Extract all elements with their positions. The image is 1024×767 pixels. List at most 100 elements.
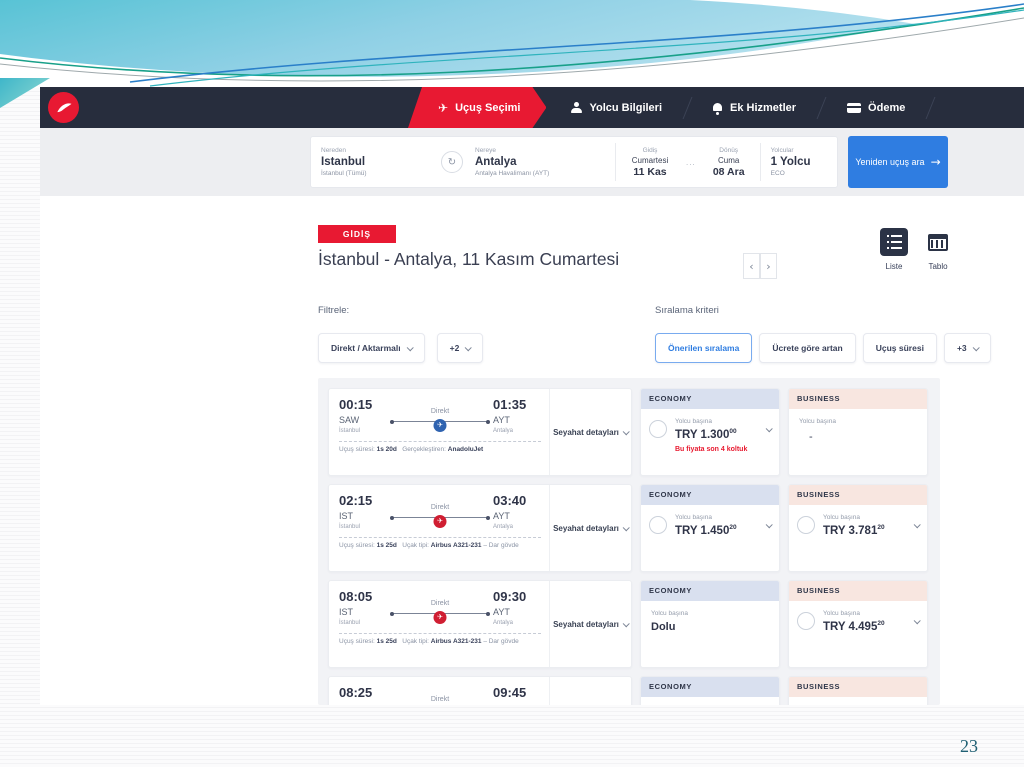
chevron-down-icon — [972, 343, 980, 351]
passengers-block[interactable]: Yolcular 1 Yolcu ECO — [761, 147, 821, 177]
date-pager: ‹ › — [743, 253, 777, 279]
stops-label: Direkt — [430, 600, 450, 607]
radio-button[interactable] — [649, 420, 667, 439]
radio-button[interactable] — [797, 612, 815, 631]
chevron-down-icon[interactable] — [765, 521, 773, 529]
flight-row: 08:05 IST İstanbul Direkt ✈ 09:30 AYT An… — [328, 580, 930, 668]
view-table-label: Tablo — [928, 262, 948, 271]
service-bell-icon — [713, 102, 723, 115]
list-view-icon — [880, 228, 908, 256]
business-fare-card: BUSINESS Yolcu başına TRY 3.78120 — [788, 484, 928, 572]
economy-fare-card: ECONOMY Yolcu başına — [640, 676, 780, 705]
dashed-divider — [339, 633, 541, 634]
chevron-down-icon — [406, 343, 414, 351]
flight-meta: Uçuş süresi: 1s 20d Gerçekleştiren: Anad… — [339, 446, 484, 453]
business-fare-card: BUSINESS Yolcu başına - — [788, 388, 928, 476]
dashed-divider — [339, 441, 541, 442]
trip-details-link[interactable]: Seyahat detayları — [549, 389, 631, 475]
tab-extra-services[interactable]: Ek Hizmetler — [688, 102, 821, 115]
origin-block[interactable]: Nereden Istanbul İstanbul (Tümü) — [311, 147, 439, 177]
chevron-down-icon[interactable] — [913, 617, 921, 625]
table-view-icon — [924, 228, 952, 256]
arrow-right-icon: → — [930, 155, 941, 169]
search-again-button[interactable]: Yeniden uçuş ara → — [848, 136, 948, 188]
cabin-class: ECO — [770, 170, 785, 177]
filter-direct-dropdown[interactable]: Direkt / Aktarmalı — [318, 333, 425, 363]
business-header: BUSINESS — [789, 581, 927, 601]
carrier-logo-icon: ✈ — [433, 419, 447, 432]
sort-duration-label: Uçuş süresi — [875, 343, 924, 353]
departure-time: 00:15 — [339, 397, 373, 412]
sort-more-dropdown[interactable]: +3 — [943, 333, 991, 363]
business-header: BUSINESS — [789, 677, 927, 697]
swap-icon[interactable]: ↻ — [441, 151, 463, 173]
destination-block[interactable]: Nereye Antalya Antalya Havalimanı (AYT) — [465, 147, 615, 177]
economy-fare-card: ECONOMY Yolcu başına TRY 1.45020 — [640, 484, 780, 572]
per-passenger-label: Yolcu başına — [651, 610, 688, 617]
sort-recommended-button[interactable]: Önerilen sıralama — [655, 333, 753, 363]
trip-details-link[interactable]: Seyahat detayları — [549, 485, 631, 571]
passengers-count: 1 Yolcu — [770, 156, 811, 168]
slide-page-number: 23 — [960, 736, 978, 756]
trip-details-label: Seyahat detayları — [553, 523, 619, 533]
radio-button[interactable] — [649, 516, 667, 535]
flight-card: 02:15 IST İstanbul Direkt ✈ 03:40 AYT An… — [328, 484, 632, 572]
return-label: Dönüş — [719, 146, 739, 154]
airline-logo-icon[interactable] — [48, 92, 79, 123]
decorative-wave-banner — [0, 0, 1024, 88]
business-price: TRY 4.49520 — [823, 620, 885, 633]
view-table-button[interactable]: Tablo — [924, 228, 952, 271]
business-fare-card: BUSINESS Yolcu başına — [788, 676, 928, 705]
departure-date-block[interactable]: Gidiş Cumartesi 11 Kas — [616, 147, 684, 178]
tab-flight-selection[interactable]: ✈ Uçuş Seçimi — [408, 87, 546, 128]
chevron-down-icon[interactable] — [765, 425, 773, 433]
trip-details-link[interactable] — [549, 677, 631, 705]
flight-row: 02:15 IST İstanbul Direkt ✈ 03:40 AYT An… — [328, 484, 930, 572]
departure-time: 02:15 — [339, 493, 373, 508]
business-fare-card: BUSINESS Yolcu başına TRY 4.49520 — [788, 580, 928, 668]
filter-buttons: Direkt / Aktarmalı +2 — [318, 333, 484, 363]
filter-label: Filtrele: — [318, 305, 350, 316]
sort-price-button[interactable]: Ücrete göre artan — [759, 333, 856, 363]
step-label: Yolcu Bilgileri — [589, 101, 663, 114]
sold-out-label: Dolu — [651, 621, 676, 633]
view-list-button[interactable]: Liste — [880, 228, 908, 271]
search-summary-bar: Nereden Istanbul İstanbul (Tümü) ↻ Nerey… — [40, 128, 1024, 196]
chevron-down-icon — [464, 343, 473, 351]
page-title: İstanbul - Antalya, 11 Kasım Cumartesi — [318, 249, 620, 269]
trip-details-link[interactable]: Seyahat detayları — [549, 581, 631, 667]
radio-button[interactable] — [797, 516, 815, 535]
view-switcher: Liste Tablo — [880, 228, 952, 271]
departure-airport-code: IST — [339, 511, 354, 521]
tab-payment[interactable]: Ödeme — [822, 102, 930, 114]
stops-label: Direkt — [430, 408, 450, 415]
view-list-label: Liste — [885, 262, 903, 271]
filter-more-dropdown[interactable]: +2 — [436, 333, 484, 363]
chevron-left-icon[interactable]: ‹ — [743, 253, 760, 279]
chevron-right-icon[interactable]: › — [760, 253, 777, 279]
departure-label: Gidiş — [642, 146, 658, 154]
destination-label: Nereye — [475, 147, 496, 154]
search-again-label: Yeniden uçuş ara — [855, 157, 925, 167]
origin-label: Nereden — [321, 147, 346, 154]
destination-city: Antalya — [475, 156, 517, 168]
destination-detail: Antalya Havalimanı (AYT) — [475, 170, 550, 177]
search-summary-card: Nereden Istanbul İstanbul (Tümü) ↻ Nerey… — [310, 136, 838, 188]
sort-label: Sıralama kriteri — [655, 305, 719, 316]
economy-price: TRY 1.45020 — [675, 524, 737, 537]
sort-more-label: +3 — [956, 343, 967, 353]
chevron-down-icon[interactable] — [913, 521, 921, 529]
return-date-block[interactable]: Dönüş Cuma 08 Ara — [698, 147, 760, 178]
departure-city: İstanbul — [339, 428, 361, 434]
sort-duration-button[interactable]: Uçuş süresi — [862, 333, 937, 363]
departure-airport-code: SAW — [339, 415, 360, 425]
origin-city: Istanbul — [321, 156, 366, 168]
airline-website-screenshot: ✈ Uçuş Seçimi Yolcu Bilgileri Ek Hizmetl… — [40, 87, 1024, 705]
economy-fare-card: ECONOMY Yolcu başına TRY 1.30000 Bu fiya… — [640, 388, 780, 476]
tab-passenger-info[interactable]: Yolcu Bilgileri — [546, 102, 687, 114]
origin-detail: İstanbul (Tümü) — [321, 170, 367, 177]
arrival-time: 03:40 — [493, 493, 527, 508]
presentation-slide: ✈ Uçuş Seçimi Yolcu Bilgileri Ek Hizmetl… — [0, 0, 1024, 767]
departure-time: 08:05 — [339, 589, 373, 604]
filter-more-label: +2 — [449, 343, 460, 353]
